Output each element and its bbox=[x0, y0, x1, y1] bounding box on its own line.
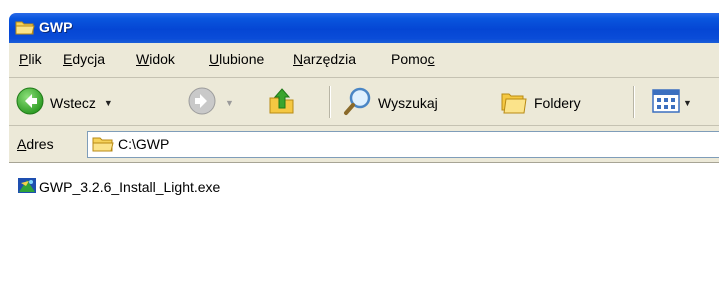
menu-bar: Plik Edycja Widok Ulubione Narzędzia Pom… bbox=[9, 43, 719, 78]
folder-icon bbox=[15, 19, 35, 40]
menu-pomoc[interactable]: Pomoc bbox=[391, 51, 435, 67]
toolbar: Wstecz ▼ ▼ Wyszukaj Foldery ▼ bbox=[9, 78, 719, 126]
title-bar[interactable]: GWP bbox=[9, 13, 719, 43]
up-folder-icon bbox=[267, 86, 297, 119]
address-bar: Adres C:\GWP bbox=[9, 126, 719, 163]
views-icon bbox=[651, 86, 681, 119]
back-history-dropdown[interactable]: ▼ bbox=[104, 98, 113, 108]
search-button[interactable]: Wyszukaj bbox=[343, 86, 438, 119]
folders-button[interactable]: Foldery bbox=[499, 86, 581, 119]
menu-edycja[interactable]: Edycja bbox=[63, 51, 105, 67]
explorer-window: GWP Plik Edycja Widok Ulubione Narzędzia… bbox=[9, 13, 719, 283]
exe-installer-icon bbox=[17, 175, 37, 199]
back-label: Wstecz bbox=[50, 94, 96, 111]
address-input[interactable]: C:\GWP bbox=[87, 131, 719, 158]
forward-button[interactable]: ▼ bbox=[187, 86, 234, 119]
menu-plik[interactable]: Plik bbox=[19, 51, 42, 67]
address-label: Adres bbox=[17, 136, 54, 152]
views-dropdown[interactable]: ▼ bbox=[683, 98, 692, 108]
forward-arrow-icon bbox=[187, 86, 217, 119]
back-arrow-icon bbox=[15, 86, 45, 119]
menu-ulubione[interactable]: Ulubione bbox=[209, 51, 264, 67]
back-button[interactable]: Wstecz ▼ bbox=[15, 86, 113, 119]
toolbar-separator bbox=[329, 86, 331, 118]
up-folder-button[interactable] bbox=[267, 86, 297, 119]
toolbar-separator bbox=[633, 86, 635, 118]
menu-narzedzia[interactable]: Narzędzia bbox=[293, 51, 356, 67]
folder-icon bbox=[92, 135, 114, 157]
search-label: Wyszukaj bbox=[378, 94, 438, 111]
file-name: GWP_3.2.6_Install_Light.exe bbox=[39, 179, 221, 195]
folders-icon bbox=[499, 86, 529, 119]
views-button[interactable]: ▼ bbox=[651, 86, 692, 119]
forward-history-dropdown[interactable]: ▼ bbox=[225, 98, 234, 108]
file-item[interactable]: GWP_3.2.6_Install_Light.exe bbox=[17, 175, 220, 199]
window-title: GWP bbox=[39, 19, 73, 35]
file-list: GWP_3.2.6_Install_Light.exe bbox=[9, 163, 719, 283]
folders-label: Foldery bbox=[534, 94, 581, 111]
search-magnifier-icon bbox=[343, 86, 373, 119]
menu-widok[interactable]: Widok bbox=[136, 51, 175, 67]
address-value: C:\GWP bbox=[118, 136, 170, 152]
